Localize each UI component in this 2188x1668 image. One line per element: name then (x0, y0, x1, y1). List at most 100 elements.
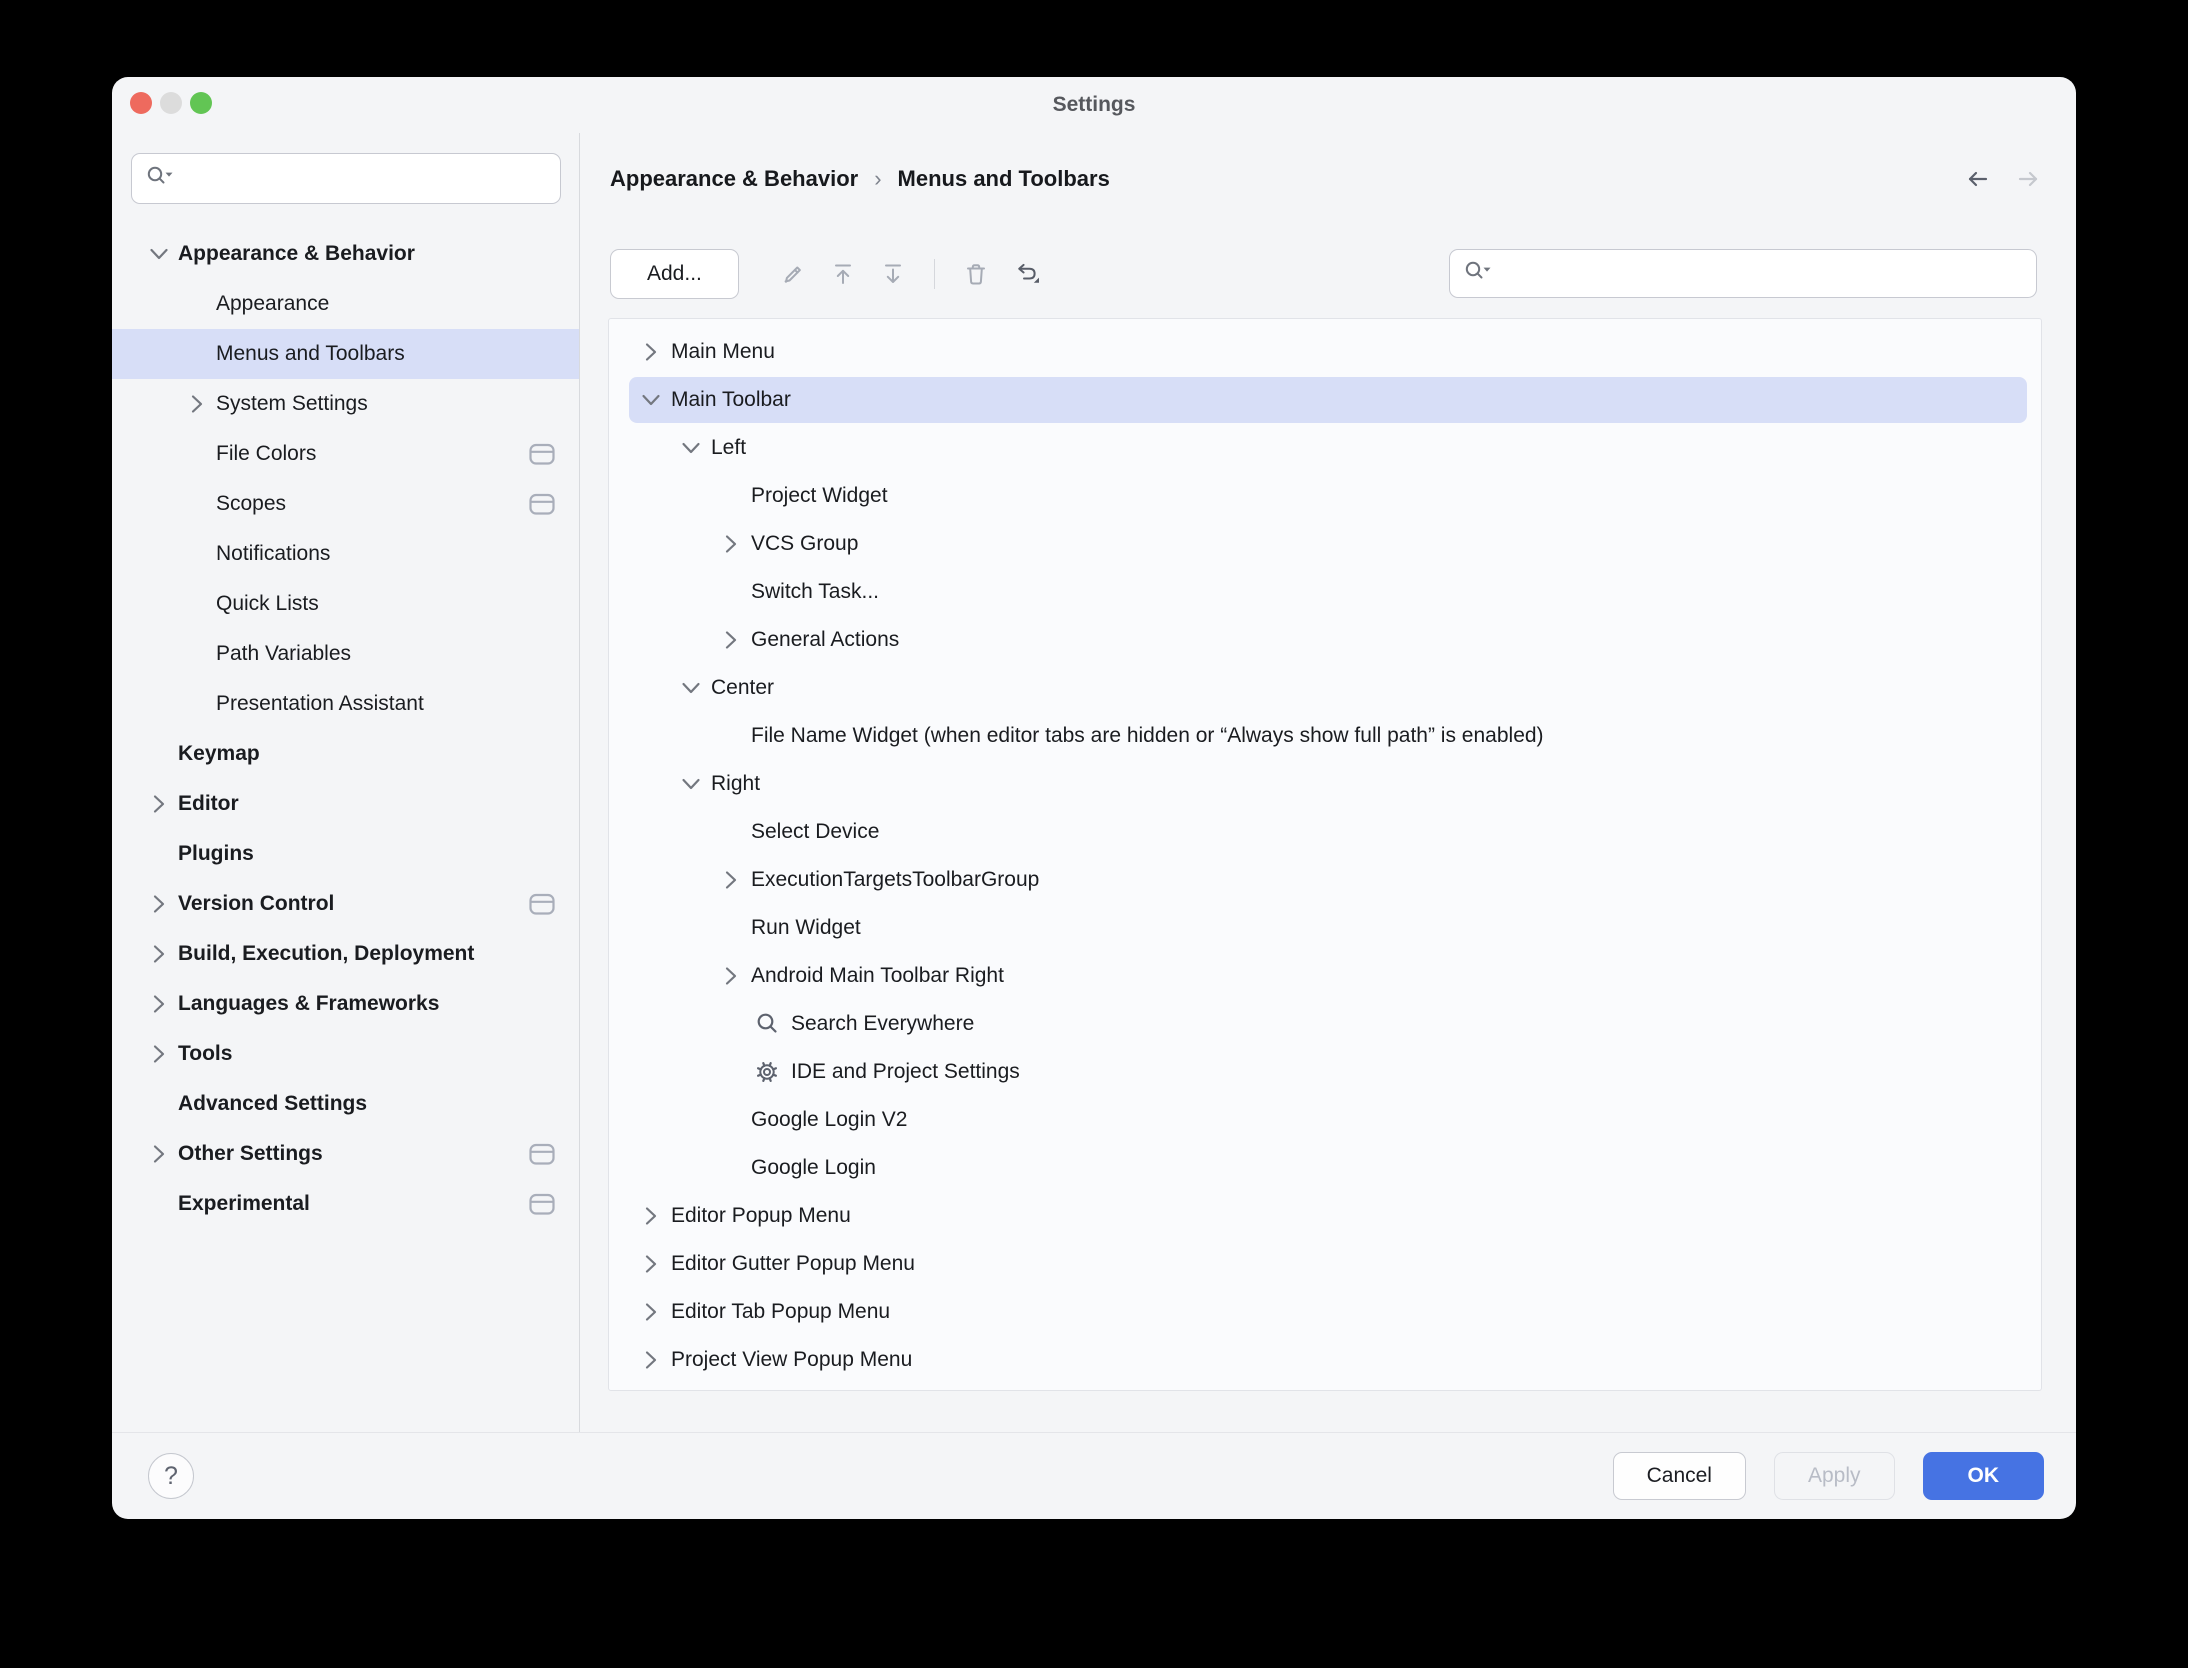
move-up-icon[interactable] (825, 256, 861, 292)
sidebar-item-version-control[interactable]: Version Control (112, 879, 579, 929)
tree-row-main-toolbar[interactable]: Main Toolbar (609, 376, 2041, 424)
chevron-right-icon[interactable] (631, 335, 671, 369)
sidebar-item-presentation-assistant[interactable]: Presentation Assistant (112, 679, 579, 729)
tree-row-main-menu[interactable]: Main Menu (609, 328, 2041, 376)
sidebar-item-menus-and-toolbars[interactable]: Menus and Toolbars (112, 329, 579, 379)
tree-row-right[interactable]: Right (609, 760, 2041, 808)
sidebar-item-label: Quick Lists (216, 592, 319, 616)
sidebar-item-experimental[interactable]: Experimental (112, 1179, 579, 1229)
sidebar-item-label: Other Settings (178, 1142, 323, 1166)
tree-row-search-everywhere[interactable]: Search Everywhere (609, 1000, 2041, 1048)
tree-row-editor-tab-popup-menu[interactable]: Editor Tab Popup Menu (609, 1288, 2041, 1336)
tree-row-run-widget[interactable]: Run Widget (609, 904, 2041, 952)
add-button[interactable]: Add... (610, 249, 739, 299)
sidebar-item-languages-frameworks[interactable]: Languages & Frameworks (112, 979, 579, 1029)
sidebar-item-file-colors[interactable]: File Colors (112, 429, 579, 479)
tree-row-project-view-popup-menu[interactable]: Project View Popup Menu (609, 1336, 2041, 1384)
sidebar-search-input[interactable] (176, 166, 548, 192)
forward-arrow-icon[interactable] (2014, 165, 2042, 193)
tree-search-box[interactable] (1449, 249, 2037, 298)
tree-row-editor-gutter-popup-menu[interactable]: Editor Gutter Popup Menu (609, 1240, 2041, 1288)
tree-row-android-main-toolbar-right[interactable]: Android Main Toolbar Right (609, 952, 2041, 1000)
minimize-button[interactable] (160, 92, 182, 114)
help-button[interactable]: ? (148, 1453, 194, 1499)
revert-icon[interactable] (1008, 256, 1044, 292)
breadcrumb-item-appearance-behavior[interactable]: Appearance & Behavior (610, 166, 858, 192)
tree-row-switch-task[interactable]: Switch Task... (609, 568, 2041, 616)
chevron-right-icon[interactable] (140, 787, 178, 821)
chevron-down-icon[interactable] (671, 671, 711, 705)
cancel-button[interactable]: Cancel (1613, 1452, 1746, 1500)
tree-row-editor-popup-menu[interactable]: Editor Popup Menu (609, 1192, 2041, 1240)
apply-button[interactable]: Apply (1774, 1452, 1895, 1500)
edit-icon[interactable] (775, 256, 811, 292)
chevron-down-icon[interactable] (631, 383, 671, 417)
chevron-right-icon[interactable] (631, 1247, 671, 1281)
tree-item-label: Editor Popup Menu (671, 1204, 851, 1228)
chevron-right-icon[interactable] (178, 387, 216, 421)
tree-row-left[interactable]: Left (609, 424, 2041, 472)
title-bar[interactable]: Settings (112, 77, 2076, 133)
tree-search-input[interactable] (1494, 261, 2024, 287)
chevron-right-icon[interactable] (711, 623, 751, 657)
chevron-right-icon[interactable] (140, 887, 178, 921)
tree-item-label: Android Main Toolbar Right (751, 964, 1004, 988)
sidebar-item-label: Path Variables (216, 642, 351, 666)
tree-item-label: General Actions (751, 628, 899, 652)
chevron-down-icon[interactable] (140, 237, 178, 271)
sidebar-item-notifications[interactable]: Notifications (112, 529, 579, 579)
chevron-right-icon[interactable] (140, 987, 178, 1021)
breadcrumb-item-menus-toolbars: Menus and Toolbars (898, 166, 1110, 192)
sidebar-item-system-settings[interactable]: System Settings (112, 379, 579, 429)
chevron-right-icon[interactable] (140, 1137, 178, 1171)
sidebar-item-advanced-settings[interactable]: Advanced Settings (112, 1079, 579, 1129)
sidebar-item-other-settings[interactable]: Other Settings (112, 1129, 579, 1179)
dialog-footer: ? Cancel Apply OK (112, 1432, 2076, 1519)
sidebar-item-keymap[interactable]: Keymap (112, 729, 579, 779)
back-arrow-icon[interactable] (1964, 165, 1992, 193)
sidebar-search-box[interactable] (131, 153, 561, 204)
sidebar-item-label: Version Control (178, 892, 334, 916)
pane-icon (529, 1143, 555, 1166)
sidebar-item-path-variables[interactable]: Path Variables (112, 629, 579, 679)
chevron-right-icon[interactable] (140, 1037, 178, 1071)
chevron-right-icon[interactable] (631, 1343, 671, 1377)
sidebar-item-appearance[interactable]: Appearance (112, 279, 579, 329)
close-button[interactable] (130, 92, 152, 114)
chevron-right-icon[interactable] (711, 527, 751, 561)
chevron-right-icon[interactable] (631, 1295, 671, 1329)
sidebar-item-editor[interactable]: Editor (112, 779, 579, 829)
sidebar-item-appearance-behavior[interactable]: Appearance & Behavior (112, 229, 579, 279)
chevron-down-icon[interactable] (671, 767, 711, 801)
sidebar-item-label: Menus and Toolbars (216, 342, 405, 366)
delete-icon[interactable] (958, 256, 994, 292)
sidebar-item-build-execution-deployment[interactable]: Build, Execution, Deployment (112, 929, 579, 979)
sidebar-item-scopes[interactable]: Scopes (112, 479, 579, 529)
menus-toolbars-tree: Main MenuMain ToolbarLeftProject WidgetV… (608, 318, 2042, 1391)
tree-item-label: ExecutionTargetsToolbarGroup (751, 868, 1039, 892)
tree-row-ide-and-project-settings[interactable]: IDE and Project Settings (609, 1048, 2041, 1096)
tree-row-google-login-v2[interactable]: Google Login V2 (609, 1096, 2041, 1144)
move-down-icon[interactable] (875, 256, 911, 292)
tree-row-project-widget[interactable]: Project Widget (609, 472, 2041, 520)
chevron-right-icon[interactable] (711, 959, 751, 993)
sidebar-item-quick-lists[interactable]: Quick Lists (112, 579, 579, 629)
tree-row-executiontargetstoolbargroup[interactable]: ExecutionTargetsToolbarGroup (609, 856, 2041, 904)
tree-row-vcs-group[interactable]: VCS Group (609, 520, 2041, 568)
tree-row-center[interactable]: Center (609, 664, 2041, 712)
search-icon (144, 164, 176, 193)
tree-row-google-login[interactable]: Google Login (609, 1144, 2041, 1192)
chevron-down-icon[interactable] (671, 431, 711, 465)
zoom-button[interactable] (190, 92, 212, 114)
tree-row-select-device[interactable]: Select Device (609, 808, 2041, 856)
tree-item-label: Project View Popup Menu (671, 1348, 912, 1372)
sidebar-item-plugins[interactable]: Plugins (112, 829, 579, 879)
tree-row-general-actions[interactable]: General Actions (609, 616, 2041, 664)
tree-item-label: Right (711, 772, 760, 796)
chevron-right-icon[interactable] (711, 863, 751, 897)
chevron-right-icon[interactable] (140, 937, 178, 971)
ok-button[interactable]: OK (1923, 1452, 2045, 1500)
sidebar-item-tools[interactable]: Tools (112, 1029, 579, 1079)
chevron-right-icon[interactable] (631, 1199, 671, 1233)
tree-row-file-name-widget-when-editor-tabs-are-hi[interactable]: File Name Widget (when editor tabs are h… (609, 712, 2041, 760)
